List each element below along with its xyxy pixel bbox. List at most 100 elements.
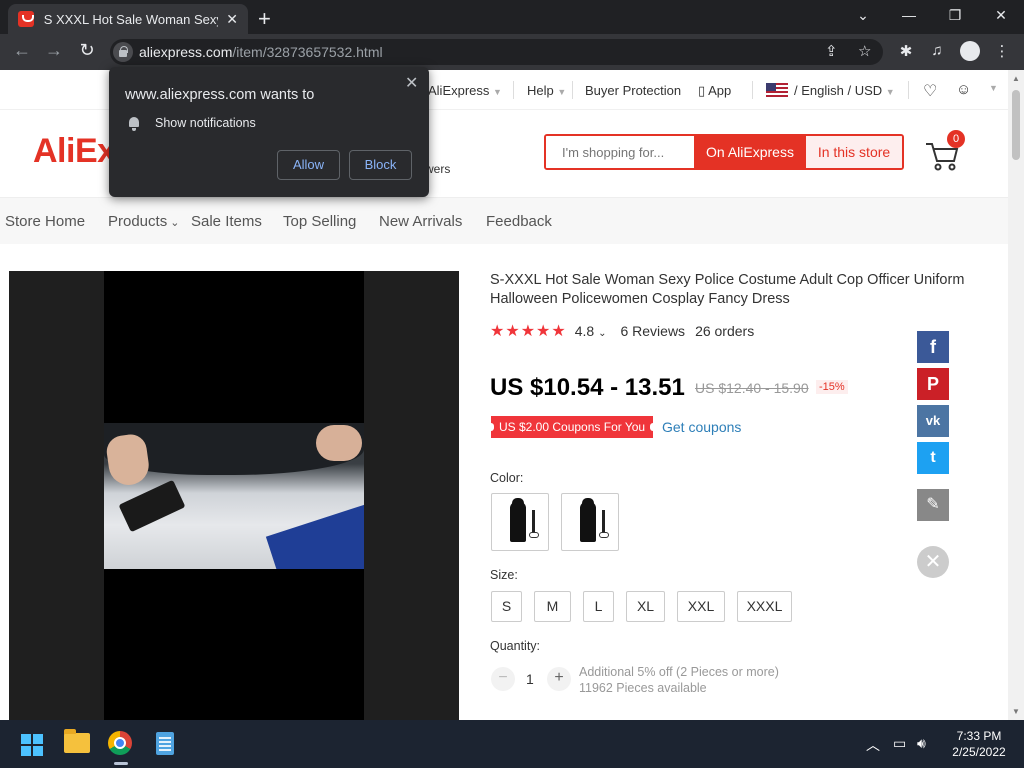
chrome-icon[interactable] [108,731,132,755]
popup-permission-text: Show notifications [155,116,256,130]
uniform-thumbnail [510,498,526,542]
color-option-1[interactable] [491,493,549,551]
divider [572,81,573,99]
minimize-button[interactable]: — [886,3,932,27]
address-bar[interactable]: aliexpress.com/item/32873657532.html ⇪ ☆ [110,39,883,65]
tray-chevron-icon[interactable]: ︿ [866,735,880,755]
nav-sale-items[interactable]: Sale Items [191,213,262,230]
size-option-xl[interactable]: XL [626,591,665,622]
coupon-badge[interactable]: US $2.00 Coupons For You [487,416,657,438]
discount-badge: -15% [816,380,848,394]
size-label: Size: [490,568,518,582]
size-option-s[interactable]: S [491,591,522,622]
windows-start-icon[interactable] [21,734,43,756]
rating-row: ★★★★★ 4.8 ⌄ 6 Reviews 26 orders [490,321,754,341]
star-rating-icon: ★★★★★ [490,323,567,340]
bell-icon [129,117,139,131]
search-aliexpress-button[interactable]: On AliExpress [694,136,806,168]
page-scrollbar[interactable]: ▲ ▼ [1008,70,1024,720]
scroll-thumb[interactable] [1012,90,1020,160]
profile-avatar[interactable] [960,41,980,61]
volume-icon[interactable]: 🔊︎ [917,735,926,752]
product-video[interactable] [104,271,364,720]
share-icon[interactable]: ⇪ [825,42,838,60]
divider [513,81,514,99]
browser-tab[interactable]: S XXXL Hot Sale Woman Sexy Po ✕ [8,4,248,34]
size-option-xxxl[interactable]: XXXL [737,591,792,622]
taskbar: ︿ ▭ 🔊︎ 7:33 PM 2/25/2022 [0,720,1024,768]
account-icon[interactable]: ☺ [956,81,971,98]
notepad-icon[interactable] [156,732,174,755]
get-coupons-link[interactable]: Get coupons [662,419,741,435]
buyer-protection-link[interactable]: Buyer Protection [585,83,681,98]
reviews-link[interactable]: 6 Reviews [620,323,685,339]
nav-store-home[interactable]: Store Home [5,213,85,230]
vk-share-icon[interactable]: vk [917,405,949,437]
lock-icon[interactable] [113,42,133,62]
scroll-down-icon[interactable]: ▼ [1012,707,1020,716]
bookmark-star-icon[interactable]: ☆ [858,42,871,60]
facebook-share-icon[interactable]: f [917,331,949,363]
product-price: US $10.54 - 13.51 [490,374,685,401]
chevron-down-icon: ⌄ [170,217,180,229]
color-option-2[interactable] [561,493,619,551]
active-app-indicator [114,762,128,765]
store-nav: Store Home Products ⌄ Sale Items Top Sell… [0,198,1008,244]
url-text: aliexpress.com/item/32873657532.html [139,44,383,60]
twitter-share-icon[interactable]: t [917,442,949,474]
rating-value[interactable]: 4.8 ⌄ [575,323,607,339]
block-button[interactable]: Block [349,150,412,180]
app-link[interactable]: ▯ App [698,83,731,99]
pinterest-share-icon[interactable]: P [917,368,949,400]
us-flag-icon [766,83,788,97]
aliexpress-menu[interactable]: AliExpress ▼ [428,83,502,98]
tab-search-icon[interactable]: ⌄ [840,3,886,27]
help-menu[interactable]: Help ▼ [527,83,566,98]
size-option-l[interactable]: L [583,591,614,622]
nav-top-selling[interactable]: Top Selling [283,213,356,230]
size-option-m[interactable]: M [534,591,571,622]
menu-icon[interactable]: ⋮ [992,42,1012,60]
quantity-value[interactable]: 1 [526,671,534,687]
search-input[interactable] [546,136,694,168]
forward-button[interactable]: → [42,40,66,61]
quantity-label: Quantity: [490,639,541,653]
edit-pencil-icon[interactable]: ✎ [917,489,949,521]
quantity-decrease-button[interactable]: − [491,667,515,691]
orders-count: 26 orders [695,323,755,339]
restore-button[interactable]: ❐ [932,3,978,27]
phone-icon: ▯ [698,83,706,98]
media-icon[interactable]: ♫ [927,42,947,59]
quantity-increase-button[interactable]: + [547,667,571,691]
extensions-icon[interactable]: ✱ [896,42,916,60]
reload-button[interactable]: ↻ [75,40,99,61]
back-button[interactable]: ← [10,40,34,61]
nav-products[interactable]: Products ⌄ [108,213,179,230]
aliexpress-logo[interactable]: AliEx [33,132,116,171]
size-option-xxl[interactable]: XXL [677,591,725,622]
uniform-thumbnail [580,498,596,542]
search-store-button[interactable]: In this store [806,136,902,168]
account-dropdown-icon[interactable]: ▼ [989,83,998,93]
browser-toolbar: ← → ↻ aliexpress.com/item/32873657532.ht… [0,34,1024,70]
popup-title: www.aliexpress.com wants to [125,87,315,103]
allow-button[interactable]: Allow [277,150,340,180]
nav-new-arrivals[interactable]: New Arrivals [379,213,462,230]
scroll-up-icon[interactable]: ▲ [1012,74,1020,83]
wishlist-heart-icon[interactable]: ♡ [923,81,937,101]
product-title: S-XXXL Hot Sale Woman Sexy Police Costum… [490,272,965,307]
tab-close-icon[interactable]: ✕ [226,11,238,28]
nav-feedback[interactable]: Feedback [486,213,552,230]
network-icon[interactable]: ▭ [893,735,906,752]
new-tab-button[interactable]: + [258,6,271,32]
close-window-button[interactable]: ✕ [978,3,1024,27]
file-explorer-icon[interactable] [64,729,90,753]
close-share-icon[interactable]: ✕ [917,546,949,578]
system-clock[interactable]: 7:33 PM 2/25/2022 [944,728,1014,760]
language-currency-selector[interactable]: / English / USD ▼ [766,83,895,98]
divider [752,81,753,99]
quantity-note: Additional 5% off (2 Pieces or more) 119… [579,665,779,695]
popup-close-icon[interactable]: ✕ [405,73,418,93]
cart-count-badge: 0 [947,130,965,148]
tab-strip: S XXXL Hot Sale Woman Sexy Po ✕ + ⌄ — ❐ … [0,0,1024,34]
